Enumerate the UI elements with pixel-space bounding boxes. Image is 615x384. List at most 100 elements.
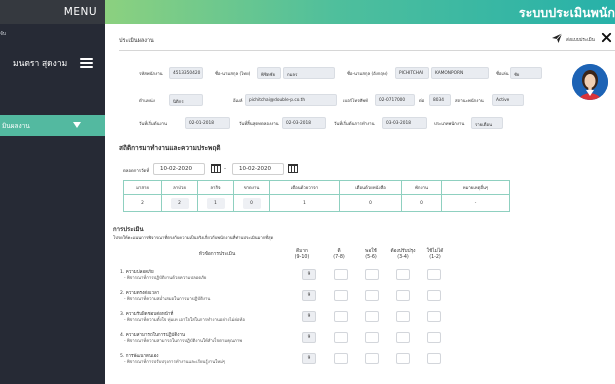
app-title: ระบบประเมินพนัก bbox=[518, 5, 615, 20]
user-name: มนตรา สุดงาม bbox=[13, 59, 68, 69]
top-banner: ระบบประเมินพนัก bbox=[105, 0, 615, 24]
send-icon[interactable] bbox=[551, 32, 563, 44]
score-input-good[interactable] bbox=[334, 311, 348, 322]
date-from-input[interactable]: 10-02-2020 bbox=[153, 163, 205, 175]
score-input-good[interactable] bbox=[334, 332, 348, 343]
stats-header: ขาดงาน bbox=[233, 180, 270, 195]
app-root: MENU จับ มนตรา สุดงาม มินผลงาน ระบบประเม… bbox=[0, 0, 615, 384]
stats-value: 0 bbox=[369, 200, 372, 206]
nickname-field: ชัย bbox=[510, 67, 542, 79]
column-header-excellent: ดีมาก (9-10) bbox=[294, 249, 310, 260]
employee-type-field: รายเดือน bbox=[471, 117, 503, 129]
stats-value: 2 bbox=[141, 200, 144, 206]
stats-cell: 2 bbox=[123, 194, 162, 212]
email-field: pichitchai@double-p.co.th bbox=[245, 94, 337, 106]
sidebar-item-evaluation[interactable]: มินผลงาน bbox=[0, 115, 105, 136]
stats-cell: 1 bbox=[197, 194, 234, 212]
score-input-poor[interactable] bbox=[427, 311, 441, 322]
score-input-excellent[interactable]: 9 bbox=[302, 290, 316, 301]
first-work-date-field: 03-03-2018 bbox=[382, 117, 427, 129]
score-input-improve[interactable] bbox=[396, 353, 410, 364]
score-input-fair[interactable] bbox=[365, 353, 379, 364]
score-input-poor[interactable] bbox=[427, 269, 441, 280]
sidebar: MENU จับ มนตรา สุดงาม มินผลงาน bbox=[0, 0, 105, 384]
score-input-good[interactable] bbox=[334, 269, 348, 280]
score-input-good[interactable] bbox=[334, 353, 348, 364]
column-header-poor: ใช้ไม่ได้ (1-2) bbox=[426, 249, 444, 260]
first-work-label: วันที่เริ่มต้นการทำงาน bbox=[334, 122, 375, 127]
score-input-improve[interactable] bbox=[396, 269, 410, 280]
stats-header: หมายเหตุอื่นๆ bbox=[441, 180, 510, 195]
caret-down-icon bbox=[73, 122, 81, 128]
first-name-en-field: PICHITCHAI bbox=[395, 67, 429, 79]
avatar-portrait-icon bbox=[572, 64, 608, 100]
score-input-poor[interactable] bbox=[427, 353, 441, 364]
stats-header: ลาป่วย bbox=[161, 180, 198, 195]
score-input-fair[interactable] bbox=[365, 311, 379, 322]
stats-cell: - bbox=[441, 194, 510, 212]
divider bbox=[119, 50, 615, 51]
column-header-good: ดี (7-8) bbox=[333, 249, 345, 260]
avatar bbox=[572, 64, 608, 100]
score-input-excellent[interactable]: 9 bbox=[302, 332, 316, 343]
calendar-icon[interactable] bbox=[211, 164, 221, 173]
phone-field: 02-0717000 bbox=[375, 94, 415, 106]
evaluation-item-sub: - พิจารณาที่ความสม่ำเสมอในการมาปฏิบัติงา… bbox=[124, 297, 211, 302]
stats-value: 1 bbox=[206, 197, 225, 209]
send-evaluation-button[interactable]: ส่งแบบประเมิน bbox=[566, 36, 595, 43]
score-input-improve[interactable] bbox=[396, 332, 410, 343]
date-to-input[interactable]: 10-02-2020 bbox=[232, 163, 284, 175]
stats-value: 2 bbox=[170, 197, 189, 209]
score-input-good[interactable] bbox=[334, 290, 348, 301]
employee-type-label: ประเภทพนักงาน bbox=[434, 122, 465, 127]
score-input-excellent[interactable]: 9 bbox=[302, 311, 316, 322]
calendar-icon[interactable] bbox=[288, 164, 298, 173]
employee-id-field: 4513350420 bbox=[169, 67, 203, 79]
stats-value: 0 bbox=[420, 200, 423, 206]
hamburger-menu-icon[interactable] bbox=[80, 58, 93, 68]
score-input-fair[interactable] bbox=[365, 290, 379, 301]
start-date-label: วันที่เริ่มต้นงาน bbox=[139, 122, 167, 127]
sidebar-role-text: จับ bbox=[0, 31, 7, 37]
probation-date-field: 02-03-2018 bbox=[282, 117, 326, 129]
phone-label: เบอร์โทรศัพท์ bbox=[343, 99, 368, 104]
page-title: ประเมินผลงาน bbox=[119, 38, 154, 44]
stats-cell: 0 bbox=[339, 194, 402, 212]
position-label: ตำแหน่ง bbox=[139, 99, 155, 104]
column-header-improve: ต้องปรับปรุง (3-4) bbox=[390, 249, 416, 260]
first-name-th-field: พิชิตชัย bbox=[257, 67, 281, 79]
stats-value: 1 bbox=[303, 200, 306, 206]
stats-cell: 1 bbox=[269, 194, 340, 212]
stats-cell: 0 bbox=[233, 194, 270, 212]
evaluation-item-sub: - พิจารณาที่การปรับปรุงการทำงานและเรียนร… bbox=[124, 360, 226, 365]
score-input-poor[interactable] bbox=[427, 290, 441, 301]
score-input-excellent[interactable]: 9 bbox=[302, 353, 316, 364]
close-icon[interactable] bbox=[601, 32, 612, 43]
email-label: อีเมล์ bbox=[233, 99, 243, 104]
score-input-improve[interactable] bbox=[396, 290, 410, 301]
nickname-label: ชื่อเล่น bbox=[496, 72, 509, 77]
stats-cell: 2 bbox=[161, 194, 198, 212]
stats-table: มาสาย ลาป่วย ลากิจ ขาดงาน เตือนด้วยวาจา … bbox=[123, 180, 510, 212]
score-input-fair[interactable] bbox=[365, 269, 379, 280]
sidebar-item-label: มินผลงาน bbox=[2, 121, 30, 130]
sidebar-user: มนตรา สุดงาม bbox=[0, 54, 105, 72]
position-field: นิติกร bbox=[169, 94, 203, 106]
last-name-en-field: KAMONPORN bbox=[431, 67, 489, 79]
sidebar-header: MENU bbox=[0, 0, 105, 24]
evaluation-item-sub: - พิจารณาที่ความตั้งใจ ทุ่มเท เอาใจใส่ใน… bbox=[124, 318, 245, 323]
period-label: ตลอดการวัดที่ bbox=[123, 169, 150, 174]
employee-id-label: รหัสพนักงาน bbox=[139, 72, 163, 77]
stats-header: พักงาน bbox=[401, 180, 442, 195]
ext-field: 8034 bbox=[429, 94, 451, 106]
stats-header: เตือนด้วยวาจา bbox=[269, 180, 340, 195]
score-input-fair[interactable] bbox=[365, 332, 379, 343]
stats-value: - bbox=[474, 200, 477, 206]
start-date-field: 02-01-2018 bbox=[185, 117, 230, 129]
score-input-improve[interactable] bbox=[396, 311, 410, 322]
menu-label: MENU bbox=[63, 6, 97, 18]
date-separator: - bbox=[224, 166, 226, 172]
score-input-poor[interactable] bbox=[427, 332, 441, 343]
score-input-excellent[interactable]: 9 bbox=[302, 269, 316, 280]
stats-header: เตือนด้วยหนังสือ bbox=[339, 180, 402, 195]
